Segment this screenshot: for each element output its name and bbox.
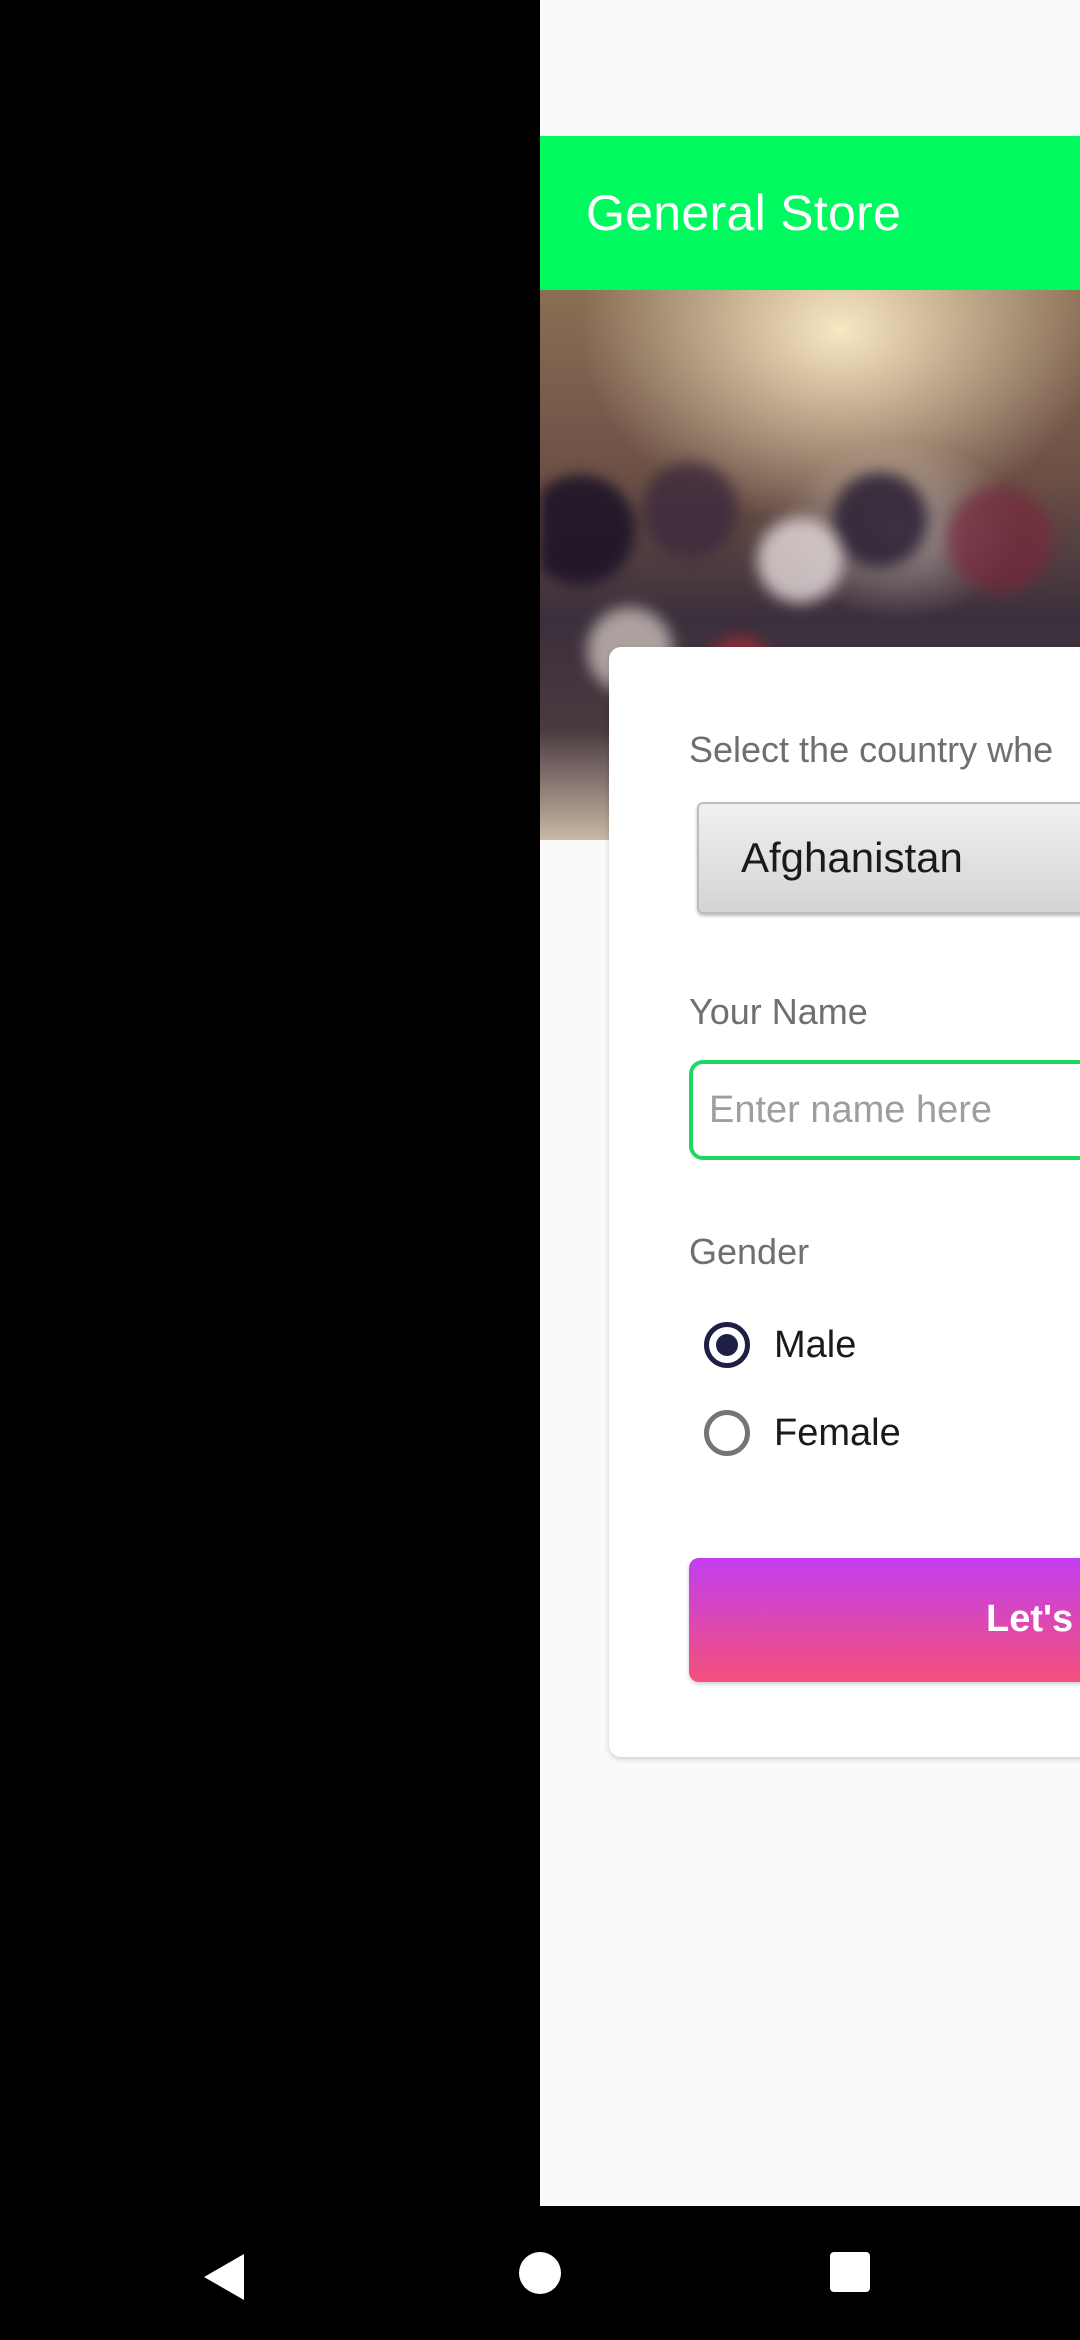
gender-option-male[interactable]: Male bbox=[704, 1315, 856, 1375]
status-bar bbox=[540, 0, 1080, 136]
lets-shop-button-label: Let's bbox=[986, 1598, 1074, 1640]
app-bar: General Store bbox=[540, 136, 1080, 290]
letterbox-black-area bbox=[0, 0, 540, 2206]
name-label: Your Name bbox=[689, 991, 868, 1032]
back-triangle-icon[interactable] bbox=[204, 2254, 244, 2300]
gender-option-label: Male bbox=[774, 1323, 857, 1366]
country-label: Select the country whe bbox=[689, 729, 1054, 770]
app-screen: General Store Select the country whe Afg… bbox=[540, 0, 1080, 2206]
country-selected-value: Afghanistan bbox=[741, 834, 963, 881]
system-navigation-bar bbox=[0, 2206, 1080, 2340]
country-dropdown[interactable]: Afghanistan bbox=[697, 802, 1080, 914]
lets-shop-button[interactable]: Let's bbox=[689, 1558, 1080, 1682]
gender-label: Gender bbox=[689, 1231, 810, 1272]
radio-unchecked-icon[interactable] bbox=[704, 1410, 750, 1456]
name-input[interactable] bbox=[689, 1060, 1080, 1160]
radio-checked-icon[interactable] bbox=[704, 1322, 750, 1368]
home-circle-icon[interactable] bbox=[519, 2252, 561, 2294]
recents-square-icon[interactable] bbox=[830, 2252, 870, 2292]
app-title: General Store bbox=[586, 185, 902, 241]
form-card: Select the country whe Afghanistan Your … bbox=[609, 647, 1080, 1757]
gender-option-label: Female bbox=[774, 1411, 901, 1454]
gender-option-female[interactable]: Female bbox=[704, 1403, 901, 1463]
